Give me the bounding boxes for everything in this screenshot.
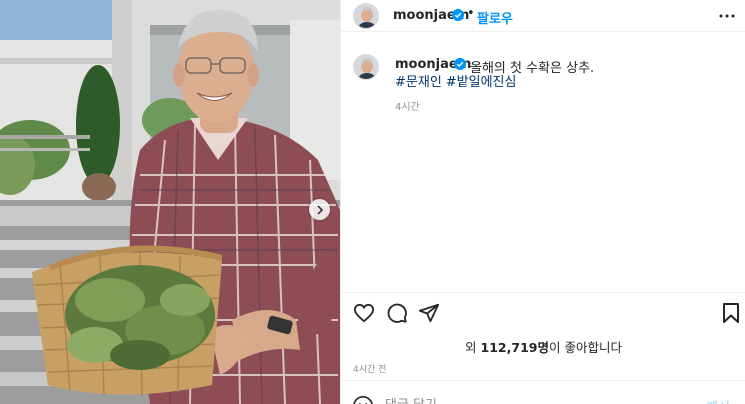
carousel-next-button[interactable] [309, 199, 330, 220]
comment-button[interactable] [385, 301, 409, 325]
heart-icon [353, 303, 375, 323]
more-options-button[interactable] [717, 6, 737, 26]
like-suffix: 이 좋아합니다 [548, 340, 622, 355]
comment-form: 게시 [341, 380, 745, 404]
smiley-icon[interactable] [352, 395, 374, 404]
verified-badge-icon [452, 9, 464, 21]
follow-button[interactable]: 팔로우 [477, 8, 513, 27]
avatar[interactable] [353, 3, 379, 29]
photo-image [0, 0, 340, 404]
like-count[interactable]: 외 112,719명이 좋아합니다 [341, 337, 745, 356]
hashtag-link[interactable]: #문재인 [395, 75, 442, 90]
chevron-right-icon [316, 204, 323, 215]
like-button[interactable] [352, 301, 376, 325]
caption-avatar[interactable] [353, 54, 379, 80]
action-bar [341, 292, 745, 332]
post-timestamp: 4시간 전 [353, 365, 387, 375]
profile-photo-icon [354, 4, 378, 28]
post-caption: moonjaein 올해의 첫 수확은 상추. #문재인 #밭일에진심 4시간 [341, 50, 745, 120]
like-prefix: 외 [465, 340, 481, 355]
post-header: moonjaein • 팔로우 [341, 0, 745, 32]
post-comment-button[interactable]: 게시 [706, 397, 730, 404]
hashtag-list: #문재인 #밭일에진심 [395, 71, 520, 90]
profile-photo-icon [354, 55, 378, 79]
post-side-panel: moonjaein • 팔로우 moonjaein 올해의 첫 수확은 상추. … [340, 0, 745, 404]
hashtag-link[interactable]: #밭일에진심 [446, 75, 517, 90]
more-horizontal-icon [719, 14, 735, 18]
save-button[interactable] [719, 301, 743, 325]
bookmark-icon [723, 303, 739, 323]
verified-badge-icon [454, 58, 466, 70]
separator-dot: • [467, 6, 475, 21]
share-button[interactable] [417, 301, 441, 325]
caption-timestamp: 4시간 [395, 102, 420, 113]
like-number: 112,719명 [480, 340, 549, 355]
paper-plane-icon [418, 303, 440, 323]
comment-icon [387, 303, 407, 323]
comment-input[interactable] [385, 395, 685, 404]
post-photo[interactable] [0, 0, 340, 404]
